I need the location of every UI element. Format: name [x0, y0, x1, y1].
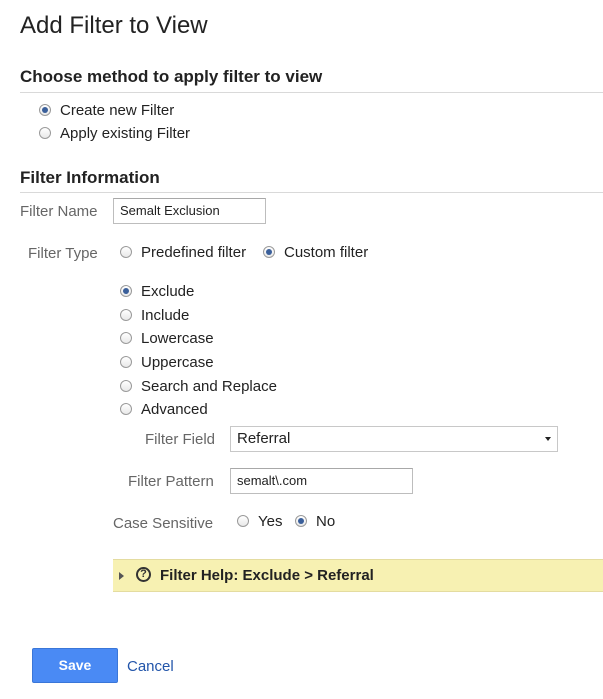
filter-help-bar[interactable]: ? Filter Help: Exclude > Referral	[113, 559, 603, 592]
exclude-label[interactable]: Exclude	[141, 283, 194, 300]
search-and-replace-radio[interactable]	[120, 380, 132, 392]
case-sensitive-yes-radio[interactable]	[237, 515, 249, 527]
uppercase-radio[interactable]	[120, 356, 132, 368]
filter-field-select[interactable]: Referral	[230, 426, 558, 452]
apply-existing-filter-label[interactable]: Apply existing Filter	[60, 125, 190, 142]
filter-type-label: Filter Type	[28, 245, 98, 262]
custom-filter-label[interactable]: Custom filter	[284, 244, 368, 261]
method-section-heading: Choose method to apply filter to view	[20, 67, 323, 86]
create-new-filter-radio[interactable]	[39, 104, 51, 116]
expand-arrow-icon[interactable]	[119, 572, 124, 580]
custom-filter-radio[interactable]	[263, 246, 275, 258]
add-filter-page: Add Filter to View Choose method to appl…	[0, 0, 603, 699]
predefined-filter-radio[interactable]	[120, 246, 132, 258]
case-sensitive-label: Case Sensitive	[113, 515, 214, 532]
cancel-link[interactable]: Cancel	[127, 658, 174, 675]
case-sensitive-yes-label[interactable]: Yes	[258, 513, 282, 530]
apply-existing-filter-radio[interactable]	[39, 127, 51, 139]
filter-help-text[interactable]: Filter Help: Exclude > Referral	[160, 567, 374, 584]
case-sensitive-no-label[interactable]: No	[316, 513, 335, 530]
search-and-replace-label[interactable]: Search and Replace	[141, 378, 277, 395]
include-radio[interactable]	[120, 309, 132, 321]
case-sensitive-no-radio[interactable]	[295, 515, 307, 527]
filter-field-label: Filter Field	[145, 431, 216, 448]
chevron-down-icon	[545, 437, 551, 441]
filter-pattern-input[interactable]: semalt\.com	[230, 468, 413, 494]
question-circle-icon: ?	[136, 567, 151, 582]
page-title: Add Filter to View	[20, 12, 208, 39]
method-section-divider	[20, 92, 603, 93]
advanced-label[interactable]: Advanced	[141, 401, 208, 418]
create-new-filter-label[interactable]: Create new Filter	[60, 102, 174, 119]
predefined-filter-label[interactable]: Predefined filter	[141, 244, 246, 261]
filter-information-divider	[20, 192, 603, 193]
filter-pattern-label: Filter Pattern	[128, 473, 214, 490]
include-label[interactable]: Include	[141, 307, 189, 324]
filter-field-value: Referral	[237, 430, 291, 447]
lowercase-label[interactable]: Lowercase	[141, 330, 214, 347]
filter-name-input[interactable]: Semalt Exclusion	[113, 198, 266, 224]
uppercase-label[interactable]: Uppercase	[141, 354, 214, 371]
advanced-radio[interactable]	[120, 403, 132, 415]
exclude-radio[interactable]	[120, 285, 132, 297]
filter-name-label: Filter Name	[20, 203, 98, 220]
save-button[interactable]: Save	[32, 648, 118, 683]
filter-information-heading: Filter Information	[20, 168, 160, 187]
lowercase-radio[interactable]	[120, 332, 132, 344]
